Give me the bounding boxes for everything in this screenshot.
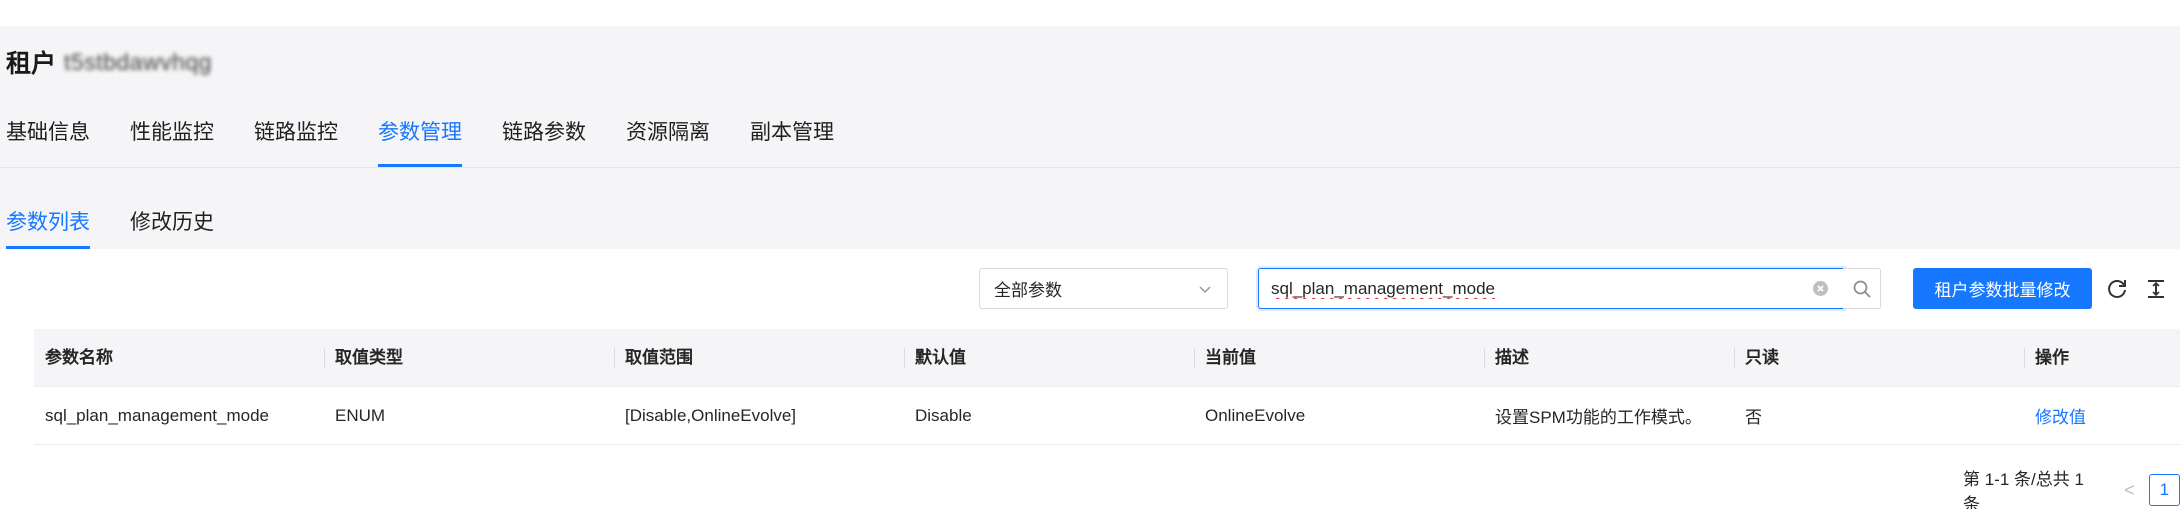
cell-default: Disable bbox=[915, 405, 972, 425]
main-tabs-divider bbox=[0, 167, 2180, 168]
page-number-current[interactable]: 1 bbox=[2148, 474, 2180, 506]
tenant-name: t5stbdawvhqg bbox=[64, 48, 212, 75]
tab-trace-parameters[interactable]: 链路参数 bbox=[502, 108, 586, 167]
tab-parameter-list[interactable]: 参数列表 bbox=[6, 198, 90, 249]
refresh-icon[interactable] bbox=[2105, 277, 2129, 301]
modify-value-link[interactable]: 修改值 bbox=[2024, 403, 2180, 428]
page-title: 租户 t5stbdawvhqg bbox=[6, 44, 212, 80]
column-header-name: 参数名称 bbox=[45, 347, 113, 367]
tab-resource-isolation[interactable]: 资源隔离 bbox=[626, 108, 710, 167]
main-tabs: 基础信息 性能监控 链路监控 参数管理 链路参数 资源隔离 副本管理 bbox=[6, 108, 874, 167]
title-label: 租户 bbox=[6, 50, 57, 78]
tab-replica-management[interactable]: 副本管理 bbox=[750, 108, 834, 167]
clear-icon[interactable] bbox=[1812, 280, 1829, 297]
column-height-icon[interactable] bbox=[2144, 277, 2168, 301]
pagination: 第 1-1 条/总共 1 条 < 1 bbox=[1963, 465, 2180, 509]
table-header: 参数名称 取值类型 取值范围 默认值 当前值 描述 只读 操作 bbox=[34, 329, 2180, 387]
column-header-range: 取值范围 bbox=[614, 329, 904, 387]
chevron-down-icon bbox=[1199, 286, 1211, 294]
cell-name: sql_plan_management_mode bbox=[45, 405, 269, 425]
search-input[interactable] bbox=[1271, 278, 1791, 299]
column-header-current: 当前值 bbox=[1194, 329, 1484, 387]
filter-select-value: 全部参数 bbox=[994, 281, 1062, 300]
search-box[interactable] bbox=[1258, 268, 1844, 309]
column-header-default: 默认值 bbox=[904, 329, 1194, 387]
column-header-readonly: 只读 bbox=[1734, 329, 2024, 387]
table-body: sql_plan_management_mode ENUM [Disable,O… bbox=[34, 387, 2180, 445]
sub-tabs: 参数列表 修改历史 bbox=[6, 198, 254, 249]
cell-type: ENUM bbox=[335, 405, 386, 425]
batch-modify-button[interactable]: 租户参数批量修改 bbox=[1913, 268, 2092, 309]
search-icon bbox=[1853, 280, 1871, 298]
top-strip bbox=[0, 0, 2180, 26]
tab-modify-history[interactable]: 修改历史 bbox=[130, 198, 214, 249]
column-header-action: 操作 bbox=[2024, 329, 2180, 387]
chevron-left-icon[interactable]: < bbox=[2124, 480, 2135, 501]
cell-readonly: 否 bbox=[1745, 408, 1762, 427]
tab-parameter-management[interactable]: 参数管理 bbox=[378, 108, 462, 167]
tab-performance-monitor[interactable]: 性能监控 bbox=[130, 108, 214, 167]
cell-current: OnlineEvolve bbox=[1205, 405, 1306, 425]
search-button[interactable] bbox=[1843, 268, 1881, 309]
column-header-type: 取值类型 bbox=[324, 329, 614, 387]
parameter-filter-select[interactable]: 全部参数 bbox=[979, 268, 1228, 309]
cell-range: [Disable,OnlineEvolve] bbox=[625, 405, 797, 425]
pagination-summary: 第 1-1 条/总共 1 条 bbox=[1963, 470, 2084, 509]
parameter-table: 参数名称 取值类型 取值范围 默认值 当前值 描述 只读 操作 sql_plan… bbox=[34, 329, 2180, 445]
tab-trace-monitor[interactable]: 链路监控 bbox=[254, 108, 338, 167]
column-header-description: 描述 bbox=[1484, 329, 1734, 387]
cell-description: 设置SPM功能的工作模式。 bbox=[1495, 408, 1702, 427]
table-row: sql_plan_management_mode ENUM [Disable,O… bbox=[34, 387, 2180, 445]
tab-basic-info[interactable]: 基础信息 bbox=[6, 108, 90, 167]
